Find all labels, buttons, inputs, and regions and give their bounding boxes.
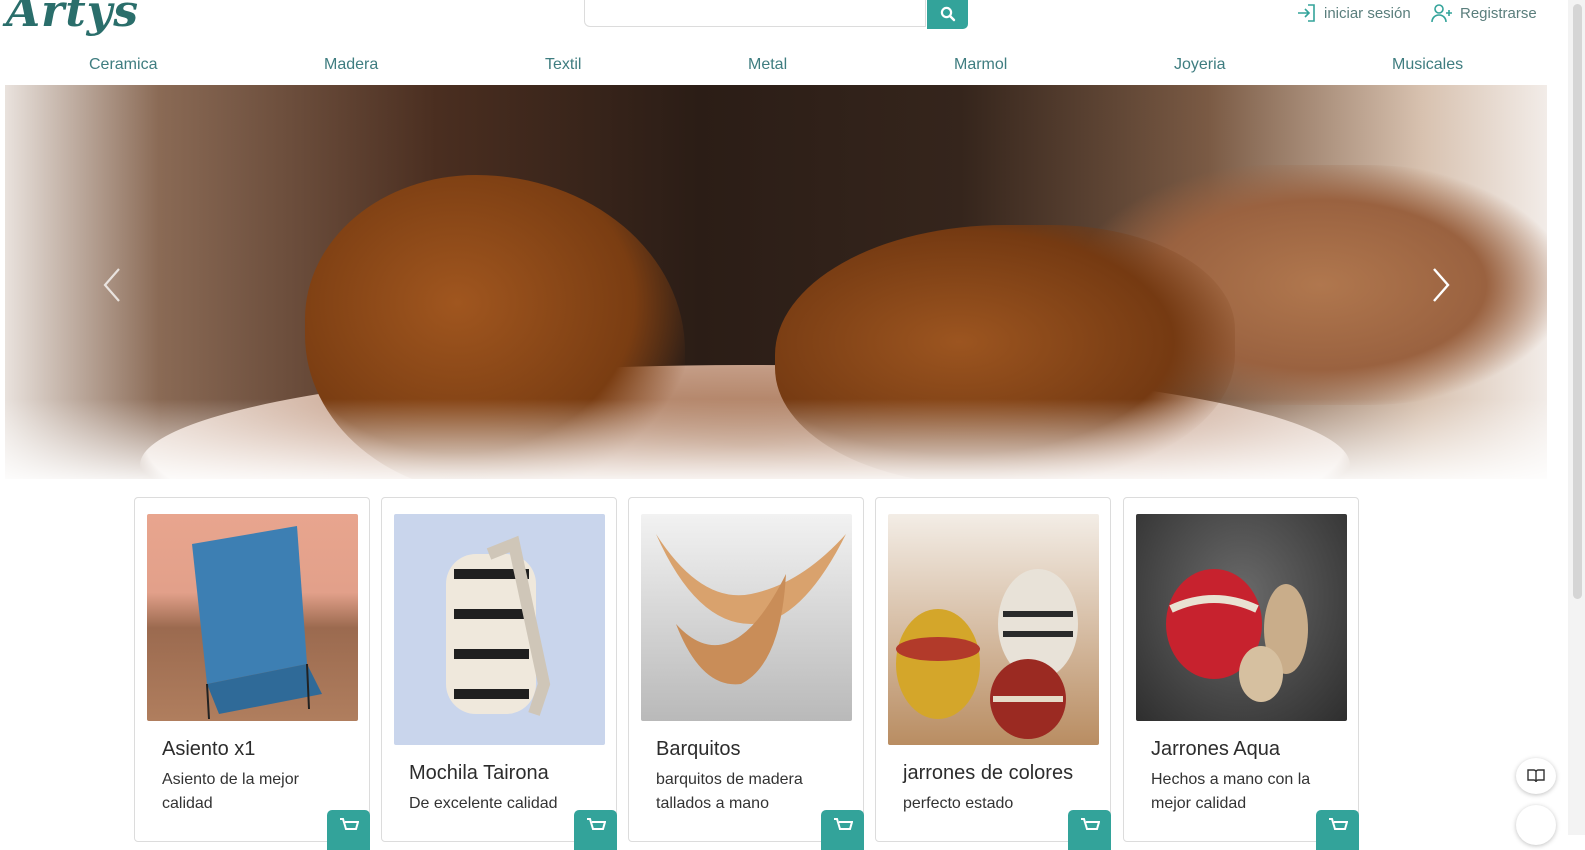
add-user-icon <box>1431 4 1452 23</box>
product-title: Barquitos <box>656 738 741 760</box>
hero-image-left-hand <box>305 175 685 479</box>
cart-icon <box>1080 818 1100 830</box>
product-card[interactable]: jarrones de colores perfecto estado <box>875 497 1111 850</box>
product-title: Mochila Tairona <box>409 762 549 784</box>
cart-icon <box>586 818 606 830</box>
add-to-cart-button[interactable] <box>327 810 370 850</box>
product-card[interactable]: Barquitos barquitos de madera tallados a… <box>628 497 864 850</box>
cart-icon <box>833 818 853 830</box>
cart-icon <box>339 818 359 830</box>
nav-item-marmol[interactable]: Marmol <box>954 56 1007 74</box>
nav-item-musicales[interactable]: Musicales <box>1392 56 1463 74</box>
product-card[interactable]: Mochila Tairona De excelente calidad <box>381 497 617 850</box>
nav-item-ceramica[interactable]: Ceramica <box>89 56 157 74</box>
chevron-right-icon <box>1433 268 1450 302</box>
assistant-button[interactable] <box>1516 805 1556 845</box>
search-icon <box>940 6 955 21</box>
brand-logo[interactable]: Artys <box>6 0 139 37</box>
product-description: Asiento de la mejor calidad <box>162 771 299 812</box>
product-image-jarrones-aqua <box>1136 514 1347 721</box>
search-bar <box>584 0 968 29</box>
register-label: Registrarse <box>1460 4 1537 22</box>
page-scrollbar[interactable] <box>1568 0 1585 835</box>
reader-mode-button[interactable] <box>1516 758 1556 794</box>
product-image-mochila <box>394 514 605 745</box>
carousel-prev-button[interactable] <box>101 267 123 303</box>
add-to-cart-button[interactable] <box>574 810 617 850</box>
nav-item-metal[interactable]: Metal <box>748 56 787 74</box>
hero-carousel <box>5 85 1547 479</box>
login-link[interactable]: iniciar sesión <box>1296 2 1411 24</box>
product-description: De excelente calidad <box>409 795 558 812</box>
product-image-jarrones-colores <box>888 514 1099 745</box>
product-description: barquitos de madera tallados a mano <box>656 771 803 812</box>
product-title: Jarrones Aqua <box>1151 738 1280 760</box>
login-icon <box>1298 4 1315 22</box>
register-link[interactable]: Registrarse <box>1430 2 1537 24</box>
product-card[interactable]: Jarrones Aqua Hechos a mano con la mejor… <box>1123 497 1359 850</box>
nav-item-madera[interactable]: Madera <box>324 56 378 74</box>
search-button[interactable] <box>927 0 968 29</box>
nav-item-joyeria[interactable]: Joyeria <box>1174 56 1226 74</box>
product-image-barquitos <box>641 514 852 721</box>
product-image-chair <box>147 514 358 721</box>
add-to-cart-button[interactable] <box>1068 810 1111 850</box>
login-label: iniciar sesión <box>1324 4 1411 22</box>
product-title: Asiento x1 <box>162 738 256 760</box>
product-description: Hechos a mano con la mejor calidad <box>1151 771 1311 812</box>
product-card[interactable]: Asiento x1 Asiento de la mejor calidad <box>134 497 370 850</box>
cart-icon <box>1328 818 1348 830</box>
add-to-cart-button[interactable] <box>821 810 864 850</box>
product-description: perfecto estado <box>903 795 1014 812</box>
chevron-left-icon <box>103 268 120 302</box>
product-title: jarrones de colores <box>903 762 1074 784</box>
search-input[interactable] <box>584 0 926 27</box>
hero-image-right-hand <box>775 225 1235 479</box>
book-icon <box>1527 769 1545 783</box>
scrollbar-thumb[interactable] <box>1573 4 1582 599</box>
carousel-next-button[interactable] <box>1430 267 1452 303</box>
nav-item-textil[interactable]: Textil <box>545 56 581 74</box>
category-nav: Ceramica Madera Textil Metal Marmol Joye… <box>0 56 1560 76</box>
add-to-cart-button[interactable] <box>1316 810 1359 850</box>
